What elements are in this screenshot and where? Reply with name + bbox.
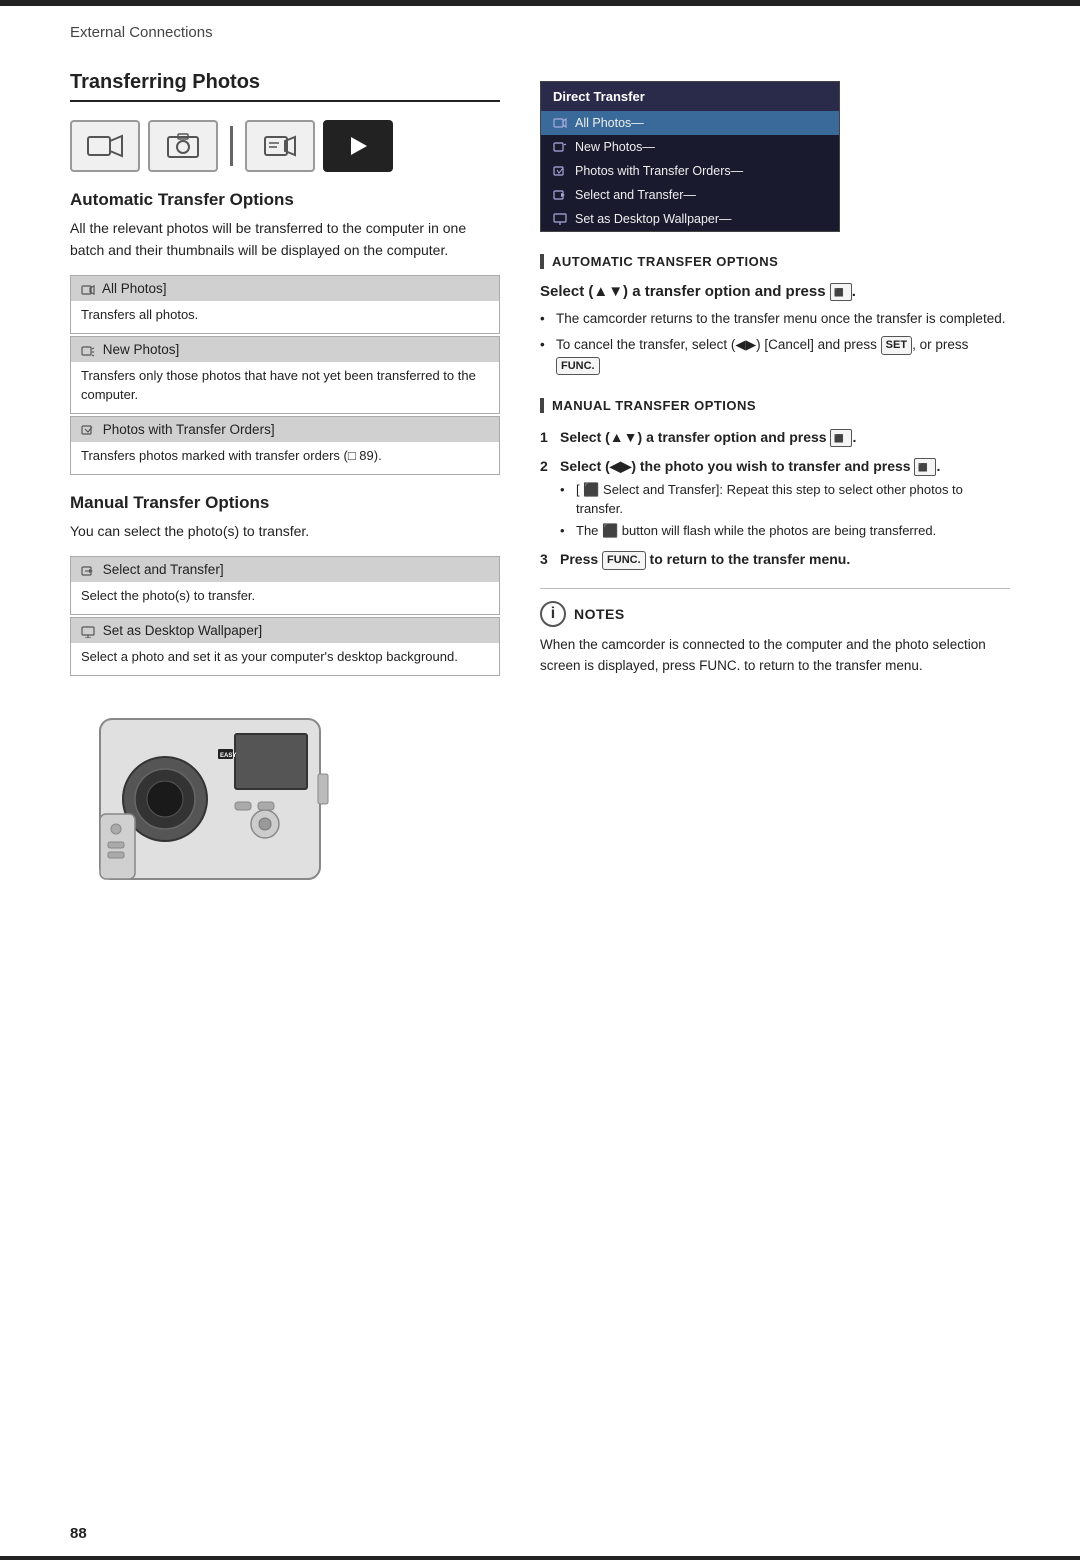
option-desktop-wallpaper: Set as Desktop Wallpaper] Select a photo… — [70, 617, 500, 676]
notes-header: i Notes — [540, 601, 1010, 627]
dt-item-label: Set as Desktop Wallpaper— — [575, 212, 732, 226]
auto-bullet-1: The camcorder returns to the transfer me… — [540, 309, 1010, 329]
auto-transfer-heading-text: Automatic Transfer Options — [552, 254, 778, 269]
page: External Connections Transferring Photos — [0, 0, 1080, 1560]
dt-item-new-photos: New Photos— — [541, 135, 839, 159]
step-1-text: Select (▲▼) a transfer option and press … — [560, 429, 856, 445]
dt-item-label: All Photos— — [575, 116, 644, 130]
external-connections-label: External Connections — [70, 24, 1010, 41]
bottom-border — [0, 1556, 1080, 1560]
header-section: External Connections — [0, 6, 1080, 41]
icon-separator — [230, 126, 233, 166]
icon-btn-play[interactable] — [323, 120, 393, 172]
step-2-sub-1: [ ⬛ Select and Transfer]: Repeat this st… — [560, 481, 1010, 519]
auto-options-group: All Photos] Transfers all photos. New Ph… — [70, 275, 500, 474]
page-number: 88 — [70, 1525, 87, 1542]
dt-item-all-photos: All Photos— — [541, 111, 839, 135]
icon-btn-photo[interactable] — [148, 120, 218, 172]
camera-illustration: EASY — [70, 694, 350, 894]
option-desktop-wallpaper-header: Set as Desktop Wallpaper] — [71, 618, 499, 643]
option-all-photos-header: All Photos] — [71, 276, 499, 301]
auto-bullets: The camcorder returns to the transfer me… — [540, 309, 1010, 376]
auto-transfer-title: Automatic Transfer Options — [70, 190, 500, 210]
func-key-3: FUNC. — [602, 551, 646, 570]
step-2-sub-2: The ⬛ button will flash while the photos… — [560, 522, 1010, 541]
main-content: Transferring Photos — [0, 71, 1080, 894]
dt-item-select-transfer: Select and Transfer— — [541, 183, 839, 207]
svg-text:EASY: EASY — [220, 753, 236, 759]
auto-instruction: Select (▲▼) a transfer option and press … — [540, 283, 1010, 301]
manual-transfer-section-heading: Manual Transfer Options — [540, 398, 1010, 413]
notes-label: Notes — [574, 606, 625, 622]
dt-item-label: New Photos— — [575, 140, 655, 154]
option-all-photos: All Photos] Transfers all photos. — [70, 275, 500, 334]
notes-section: i Notes When the camcorder is connected … — [540, 588, 1010, 677]
dt-item-desktop: Set as Desktop Wallpaper— — [541, 207, 839, 231]
notes-text: When the camcorder is connected to the c… — [540, 635, 1010, 677]
option-transfer-orders-desc: Transfers photos marked with transfer or… — [71, 442, 499, 474]
option-select-transfer-desc: Select the photo(s) to transfer. — [71, 582, 499, 614]
step-3-text: Press FUNC. to return to the transfer me… — [560, 551, 850, 567]
option-select-transfer: Select and Transfer] Select the photo(s)… — [70, 556, 500, 615]
direct-transfer-menu: Direct Transfer All Photos— New Photos— … — [540, 81, 840, 232]
svg-text:⬛: ⬛ — [834, 287, 844, 297]
manual-transfer-desc: You can select the photo(s) to transfer. — [70, 521, 500, 543]
manual-transfer-title: Manual Transfer Options — [70, 493, 500, 513]
option-select-transfer-header: Select and Transfer] — [71, 557, 499, 582]
step-2-text: Select (◀▶) the photo you wish to transf… — [560, 458, 940, 474]
manual-transfer-heading-text: Manual Transfer Options — [552, 398, 756, 413]
option-transfer-orders: Photos with Transfer Orders] Transfers p… — [70, 416, 500, 475]
option-desktop-wallpaper-desc: Select a photo and set it as your comput… — [71, 643, 499, 675]
icon-btn-video[interactable] — [70, 120, 140, 172]
dt-menu-header: Direct Transfer — [541, 82, 839, 111]
svg-text:⬛: ⬛ — [834, 433, 844, 443]
manual-step-3: 3 Press FUNC. to return to the transfer … — [540, 549, 1010, 570]
option-new-photos-header: New Photos] — [71, 337, 499, 362]
section-title: Transferring Photos — [70, 71, 500, 102]
manual-options-group: Select and Transfer] Select the photo(s)… — [70, 556, 500, 676]
auto-transfer-desc: All the relevant photos will be transfer… — [70, 218, 500, 261]
manual-step-1: 1 Select (▲▼) a transfer option and pres… — [540, 427, 1010, 448]
step-num-3: 3 — [540, 549, 548, 570]
option-new-photos: New Photos] Transfers only those photos … — [70, 336, 500, 414]
auto-bullet-2: To cancel the transfer, select (◀▶) [Can… — [540, 335, 1010, 376]
step-2-subbullets: [ ⬛ Select and Transfer]: Repeat this st… — [560, 481, 1010, 542]
step-num-1: 1 — [540, 427, 548, 448]
dt-item-transfer-orders: Photos with Transfer Orders— — [541, 159, 839, 183]
right-column: Direct Transfer All Photos— New Photos— … — [540, 71, 1010, 894]
option-all-photos-desc: Transfers all photos. — [71, 301, 499, 333]
svg-text:⬛: ⬛ — [918, 462, 928, 472]
step-num-2: 2 — [540, 456, 548, 477]
set-key: SET — [881, 336, 912, 355]
option-new-photos-desc: Transfers only those photos that have no… — [71, 362, 499, 413]
notes-icon: i — [540, 601, 566, 627]
icon-bar — [70, 120, 500, 172]
option-transfer-orders-header: Photos with Transfer Orders] — [71, 417, 499, 442]
icon-btn-transfer[interactable] — [245, 120, 315, 172]
manual-steps: 1 Select (▲▼) a transfer option and pres… — [540, 427, 1010, 571]
func-key: FUNC. — [556, 357, 600, 376]
manual-step-2: 2 Select (◀▶) the photo you wish to tran… — [540, 456, 1010, 542]
auto-transfer-section-heading: Automatic Transfer Options — [540, 254, 1010, 269]
left-column: Transferring Photos — [70, 71, 500, 894]
dt-item-label: Photos with Transfer Orders— — [575, 164, 743, 178]
dt-item-label: Select and Transfer— — [575, 188, 696, 202]
